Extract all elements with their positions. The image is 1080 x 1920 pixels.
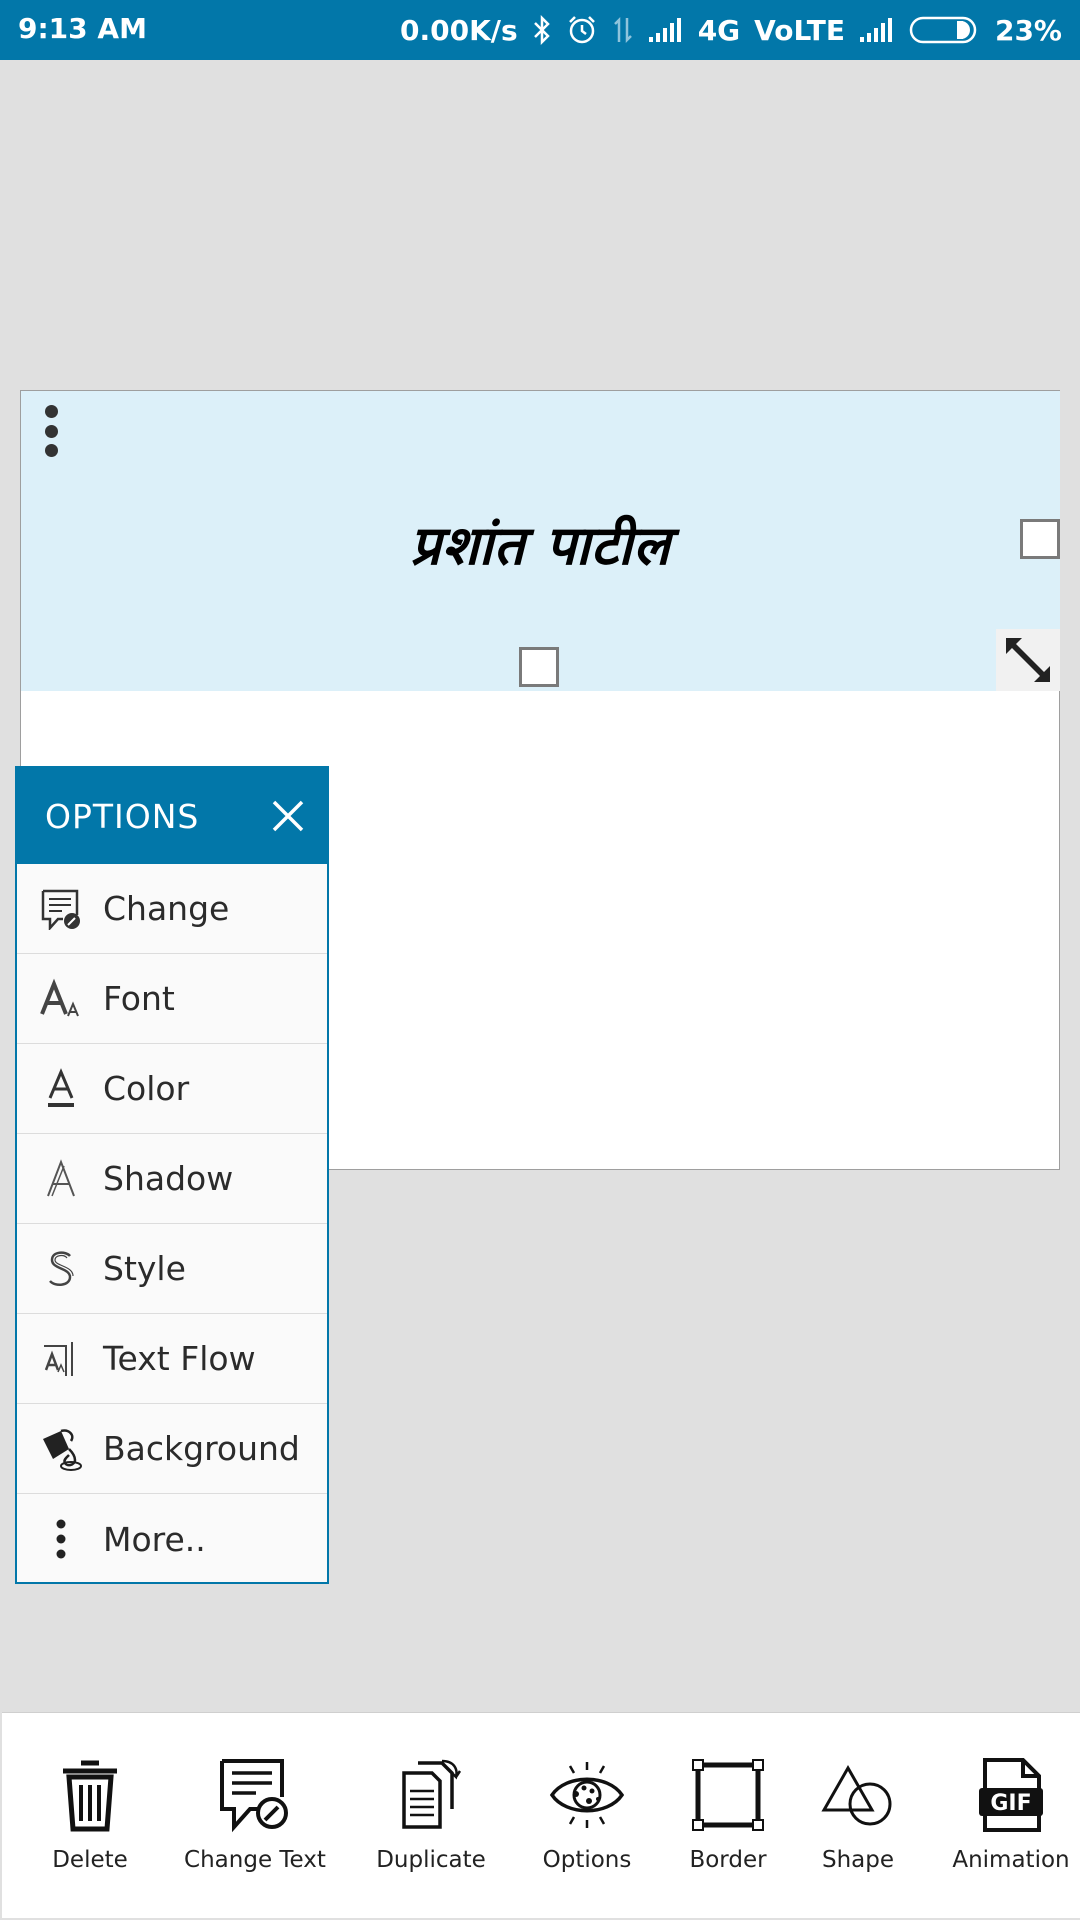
text-flow-icon xyxy=(39,1337,83,1381)
duplicate-button[interactable]: Duplicate xyxy=(374,1713,488,1918)
options-header: OPTIONS xyxy=(17,768,327,864)
options-item-font[interactable]: Font xyxy=(17,954,327,1044)
shadow-icon xyxy=(39,1157,83,1201)
options-item-label: Color xyxy=(103,1069,190,1108)
network-type: 4G xyxy=(697,13,741,47)
signal-icon-2 xyxy=(859,17,895,43)
border-icon xyxy=(690,1755,766,1835)
options-item-text-flow[interactable]: Text Flow xyxy=(17,1314,327,1404)
options-panel: OPTIONS Change Font Color Shadow Style T… xyxy=(15,766,329,1584)
options-item-label: Text Flow xyxy=(103,1339,256,1378)
more-vertical-icon xyxy=(39,1517,83,1561)
options-button[interactable]: Options xyxy=(532,1713,642,1918)
change-text-button[interactable]: Change Text xyxy=(180,1713,330,1918)
options-list: Change Font Color Shadow Style Text Flow… xyxy=(17,864,327,1584)
alarm-icon xyxy=(566,14,598,46)
data-transfer-icon xyxy=(612,15,634,45)
tool-label: Shape xyxy=(821,1847,895,1873)
shape-icon xyxy=(820,1755,896,1835)
options-eye-icon xyxy=(548,1755,626,1835)
tool-label: Border xyxy=(689,1847,767,1873)
tool-label: Duplicate xyxy=(376,1847,486,1873)
options-item-shadow[interactable]: Shadow xyxy=(17,1134,327,1224)
options-title: OPTIONS xyxy=(45,796,200,836)
battery-icon xyxy=(909,15,981,45)
options-item-style[interactable]: Style xyxy=(17,1224,327,1314)
text-color-icon xyxy=(39,1067,83,1111)
text-box-menu-icon[interactable] xyxy=(39,401,63,461)
change-text-icon xyxy=(39,887,83,931)
options-item-label: Change xyxy=(103,889,230,928)
options-item-label: More.. xyxy=(103,1519,206,1559)
status-icons: 0.00K/s 4G VoLTE 23% xyxy=(400,0,1062,60)
svg-text:GIF: GIF xyxy=(990,1791,1031,1816)
style-icon xyxy=(39,1247,83,1291)
net-speed: 0.00K/s xyxy=(400,13,518,47)
tool-label: Delete xyxy=(52,1847,128,1873)
volte-label: VoLTE xyxy=(754,13,845,47)
options-item-more[interactable]: More.. xyxy=(17,1494,327,1584)
options-item-label: Shadow xyxy=(103,1159,234,1198)
border-button[interactable]: Border xyxy=(682,1713,774,1918)
battery-level: 23% xyxy=(994,13,1062,47)
options-item-background[interactable]: Background xyxy=(17,1404,327,1494)
duplicate-icon xyxy=(398,1755,464,1835)
status-time: 9:13 AM xyxy=(18,12,147,45)
shape-button[interactable]: Shape xyxy=(810,1713,906,1918)
status-bar: 9:13 AM 0.00K/s 4G VoLTE 23% xyxy=(0,0,1080,60)
delete-button[interactable]: Delete xyxy=(38,1713,142,1918)
selected-text-box[interactable]: प्रशांत पाटील xyxy=(21,391,1060,691)
right-resize-handle[interactable] xyxy=(1020,519,1060,559)
tool-label: Change Text xyxy=(184,1847,326,1873)
bottom-resize-handle[interactable] xyxy=(519,647,559,687)
options-item-color[interactable]: Color xyxy=(17,1044,327,1134)
text-box-content[interactable]: प्रशांत पाटील xyxy=(21,506,1060,580)
options-item-label: Style xyxy=(103,1249,186,1288)
tool-label: Options xyxy=(542,1847,632,1873)
font-icon xyxy=(39,977,83,1021)
trash-icon xyxy=(57,1755,123,1835)
animation-button[interactable]: GIF Animation xyxy=(950,1713,1072,1918)
change-text-icon xyxy=(218,1755,292,1835)
scale-handle-icon[interactable] xyxy=(996,629,1060,691)
signal-icon xyxy=(648,17,684,43)
bottom-toolbar: Delete Change Text Duplicate Options Bor… xyxy=(2,1712,1080,1918)
gif-icon: GIF xyxy=(977,1755,1045,1835)
bluetooth-icon xyxy=(532,15,552,45)
paint-bucket-icon xyxy=(39,1427,83,1471)
tool-label: Animation xyxy=(952,1847,1070,1873)
options-item-label: Font xyxy=(103,979,175,1018)
options-item-label: Background xyxy=(103,1429,300,1468)
options-item-change[interactable]: Change xyxy=(17,864,327,954)
close-icon[interactable] xyxy=(271,799,305,833)
